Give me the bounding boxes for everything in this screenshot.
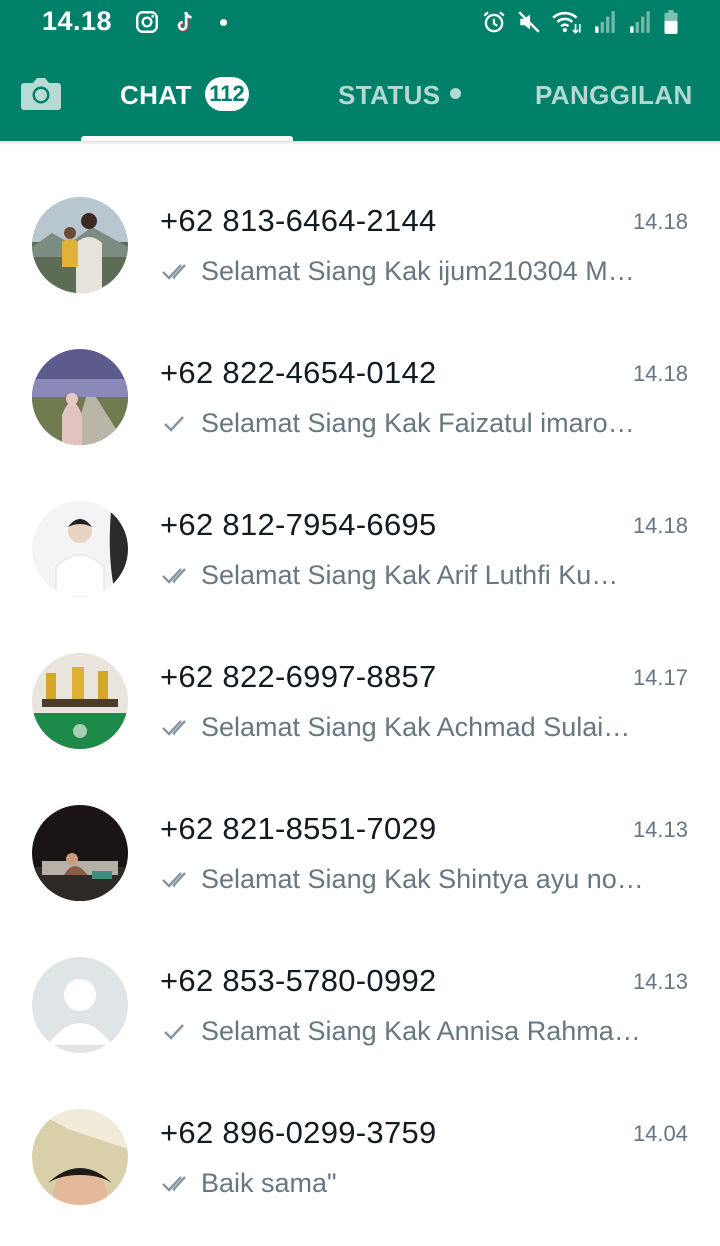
message-preview-text: Selamat Siang Kak Annisa Rahma… [201, 1015, 641, 1046]
contact-name: +62 821-8551-7029 [160, 811, 437, 846]
battery-icon [664, 10, 678, 34]
contact-name: +62 813-6464-2144 [160, 203, 437, 238]
tiktok-icon [177, 11, 192, 32]
chat-row[interactable]: +62 821-8551-7029 14.13 Selamat Siang Ka… [0, 753, 720, 905]
wifi-icon [552, 11, 581, 34]
message-preview: Selamat Siang Kak Achmad Sulai… [160, 709, 672, 745]
message-preview-text: Baik sama" [201, 1167, 337, 1198]
message-preview-text: Selamat Siang Kak Achmad Sulai… [201, 711, 631, 742]
status-update-dot [450, 88, 461, 99]
default-avatar-icon[interactable] [32, 957, 128, 1053]
app-header: 14.18 CHAT 112 STATUS PANGGILAN [0, 0, 720, 141]
contact-name: +62 822-4654-0142 [160, 355, 437, 390]
double-check-icon [162, 720, 186, 736]
contact-name: +62 812-7954-6695 [160, 507, 437, 542]
message-preview: Selamat Siang Kak Faizatul imaro… [160, 405, 672, 441]
double-check-icon [162, 568, 186, 584]
status-bar: 14.18 [0, 0, 720, 46]
message-preview: Selamat Siang Kak ijum210304 M… [160, 253, 672, 289]
chat-row[interactable]: +62 813-6464-2144 14.18 Selamat Siang Ka… [0, 145, 720, 297]
message-preview-text: Selamat Siang Kak Arif Luthfi Ku… [201, 559, 619, 590]
single-check-icon [164, 416, 184, 432]
chat-row[interactable]: +62 896-0299-3759 14.04 Baik sama" [0, 1057, 720, 1209]
unread-badge: 112 [205, 77, 249, 111]
contact-name: +62 896-0299-3759 [160, 1115, 437, 1150]
contact-name: +62 853-5780-0992 [160, 963, 437, 998]
contact-avatar[interactable] [32, 653, 128, 749]
message-time: 14.13 [632, 817, 688, 842]
contact-avatar[interactable] [32, 501, 128, 597]
notification-dot [220, 18, 227, 26]
double-check-icon [162, 872, 186, 888]
message-time: 14.13 [632, 969, 688, 994]
camera-icon[interactable] [20, 74, 62, 112]
alarm-icon [483, 11, 505, 33]
single-check-icon [164, 1024, 184, 1040]
contact-name: +62 822-6997-8857 [160, 659, 437, 694]
double-check-icon [162, 264, 186, 280]
message-preview: Selamat Siang Kak Arif Luthfi Ku… [160, 557, 672, 593]
mute-icon [518, 11, 540, 33]
tab-status[interactable]: STATUS [338, 80, 441, 111]
signal-icon [595, 11, 615, 33]
status-time: 14.18 [42, 6, 113, 36]
contact-avatar[interactable] [32, 197, 128, 293]
message-time: 14.18 [632, 361, 688, 386]
tab-chat[interactable]: CHAT [120, 80, 192, 111]
chat-row[interactable]: +62 822-4654-0142 14.18 Selamat Siang Ka… [0, 297, 720, 449]
message-preview-text: Selamat Siang Kak ijum210304 M… [201, 255, 635, 286]
chat-row[interactable]: +62 812-7954-6695 14.18 Selamat Siang Ka… [0, 449, 720, 601]
message-time: 14.18 [632, 209, 688, 234]
contact-avatar[interactable] [32, 349, 128, 445]
signal-icon [630, 11, 650, 33]
message-preview: Selamat Siang Kak Shintya ayu no… [160, 861, 672, 897]
double-check-icon [162, 1176, 186, 1192]
contact-avatar[interactable] [32, 805, 128, 901]
chat-row[interactable]: +62 822-6997-8857 14.17 Selamat Siang Ka… [0, 601, 720, 753]
chat-row[interactable]: +62 853-5780-0992 14.13 Selamat Siang Ka… [0, 905, 720, 1057]
tab-calls[interactable]: PANGGILAN [535, 80, 693, 111]
contact-avatar[interactable] [32, 1109, 128, 1205]
message-preview-text: Selamat Siang Kak Faizatul imaro… [201, 407, 635, 438]
message-time: 14.17 [632, 665, 688, 690]
message-time: 14.18 [632, 513, 688, 538]
message-preview: Selamat Siang Kak Annisa Rahma… [160, 1013, 672, 1049]
message-preview: Baik sama" [160, 1165, 672, 1201]
message-preview-text: Selamat Siang Kak Shintya ayu no… [201, 863, 644, 894]
instagram-icon [136, 11, 158, 33]
chat-list: +62 813-6464-2144 14.18 Selamat Siang Ka… [0, 145, 720, 1209]
message-time: 14.04 [632, 1121, 688, 1146]
tab-bar: CHAT 112 STATUS PANGGILAN [0, 58, 720, 141]
